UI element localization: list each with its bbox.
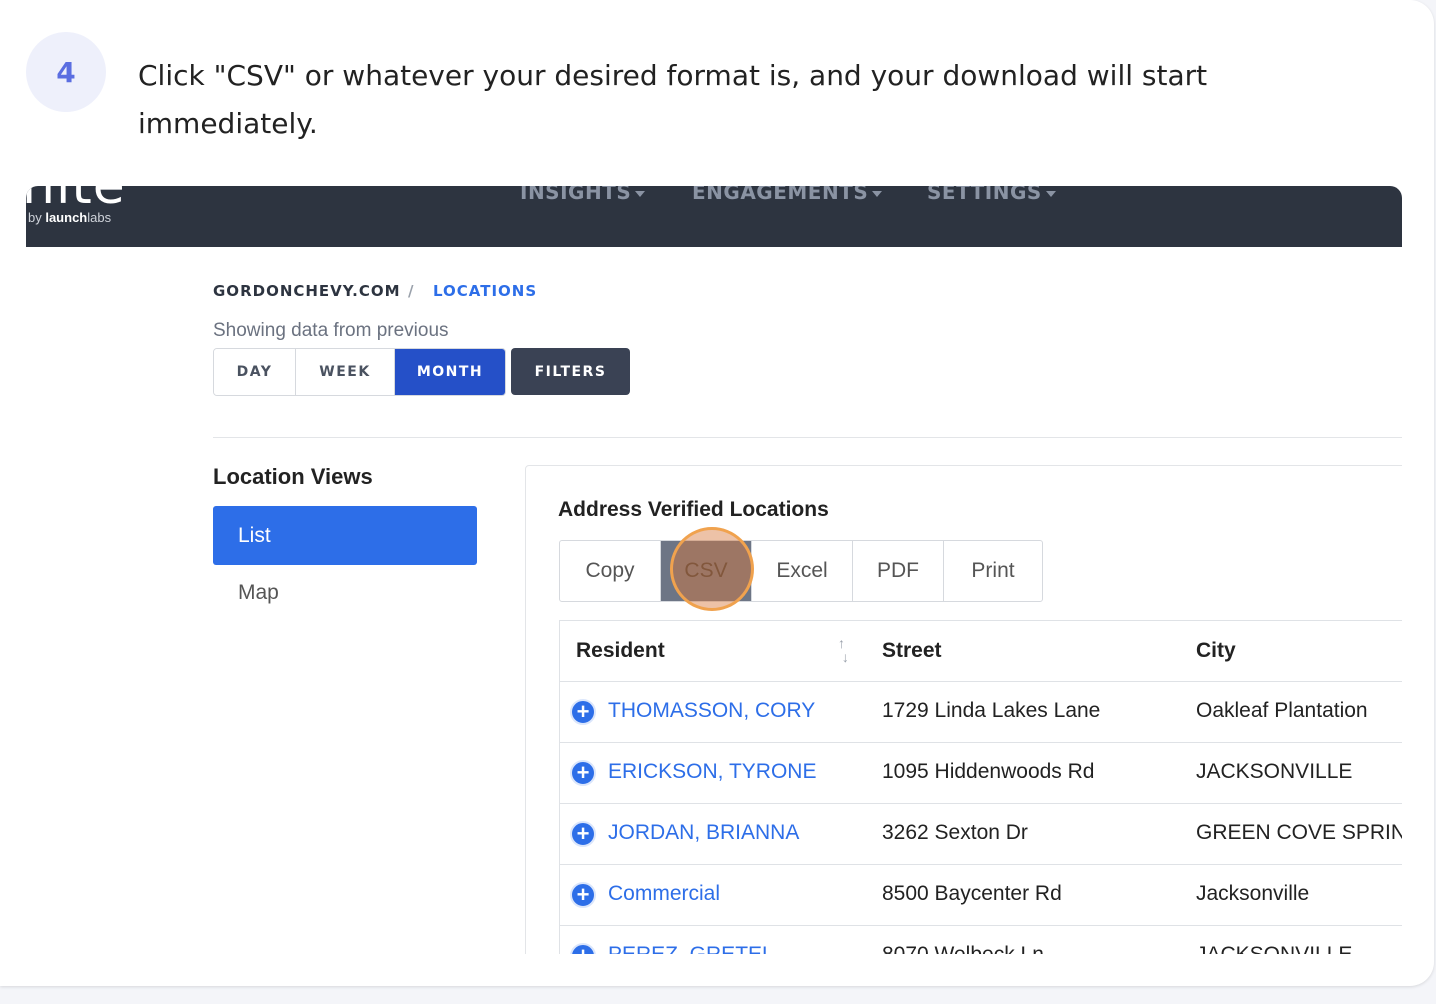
street-cell: 8070 Welbeck Ln (882, 943, 1044, 954)
city-cell: Jacksonville (1196, 882, 1310, 905)
street-cell: 3262 Sexton Dr (882, 821, 1028, 844)
table-row: + PEREZ, GRETEL 8070 Welbeck Ln JACKSONV… (560, 926, 1402, 954)
breadcrumb-separator: / (408, 282, 415, 300)
top-navbar: nite by launchlabs INSIGHTS ENGAGEMENTS … (26, 186, 1402, 247)
city-cell: JACKSONVILLE (1196, 760, 1353, 783)
caret-down-icon (872, 190, 883, 197)
resident-link[interactable]: THOMASSON, CORY (608, 699, 815, 723)
panel-title: Address Verified Locations (558, 498, 829, 521)
column-header-street[interactable]: Street (882, 639, 942, 663)
range-month-button[interactable]: MONTH (395, 349, 505, 395)
print-button[interactable]: Print (944, 541, 1042, 601)
range-week-button[interactable]: WEEK (296, 349, 395, 395)
locations-table: Resident ↑ ↓ Street City + THOMASSON, CO… (559, 620, 1402, 954)
street-cell: 1095 Hiddenwoods Rd (882, 760, 1095, 783)
caret-down-icon (1045, 190, 1056, 197)
city-cell: Oakleaf Plantation (1196, 699, 1368, 722)
column-header-city[interactable]: City (1196, 639, 1236, 663)
pdf-button[interactable]: PDF (853, 541, 944, 601)
step-card: 4 Click "CSV" or whatever your desired f… (0, 0, 1434, 986)
expand-row-icon[interactable]: + (570, 699, 596, 725)
view-map-item[interactable]: Map (238, 581, 279, 605)
expand-row-icon[interactable]: + (570, 760, 596, 786)
column-header-resident[interactable]: Resident (576, 639, 665, 663)
table-header-row: Resident ↑ ↓ Street City (560, 621, 1402, 682)
table-row: + THOMASSON, CORY 1729 Linda Lakes Lane … (560, 682, 1402, 743)
location-views-title: Location Views (213, 464, 373, 489)
table-row: + Commercial 8500 Baycenter Rd Jacksonvi… (560, 865, 1402, 926)
city-cell: GREEN COVE SPRIN (1196, 821, 1402, 844)
click-highlight-circle (670, 527, 754, 611)
step-instruction: Click "CSV" or whatever your desired for… (138, 59, 1208, 140)
city-cell: JACKSONVILLE (1196, 943, 1352, 954)
resident-link[interactable]: ERICKSON, TYRONE (608, 760, 816, 784)
street-cell: 1729 Linda Lakes Lane (882, 699, 1101, 722)
breadcrumb-site[interactable]: GORDONCHEVY.COM (213, 282, 401, 300)
nav-engagements[interactable]: ENGAGEMENTS (692, 186, 883, 204)
nav-settings[interactable]: SETTINGS (927, 186, 1056, 204)
step-number-badge: 4 (26, 32, 106, 112)
range-segmented-control: DAY WEEK MONTH (213, 348, 506, 396)
copy-button[interactable]: Copy (560, 541, 661, 601)
street-cell: 8500 Baycenter Rd (882, 882, 1062, 905)
expand-row-icon[interactable]: + (570, 943, 596, 954)
table-row: + ERICKSON, TYRONE 1095 Hiddenwoods Rd J… (560, 743, 1402, 804)
view-list-item[interactable]: List (213, 506, 477, 565)
export-button-group: Copy CSV Excel PDF Print (559, 540, 1043, 602)
range-day-button[interactable]: DAY (214, 349, 296, 395)
expand-row-icon[interactable]: + (570, 821, 596, 847)
logo-byline: by launchlabs (28, 210, 112, 225)
app-screenshot: nite by launchlabs INSIGHTS ENGAGEMENTS … (26, 186, 1402, 954)
nav-insights[interactable]: INSIGHTS (520, 186, 646, 204)
range-label: Showing data from previous (213, 320, 449, 341)
resident-link[interactable]: Commercial (608, 882, 720, 906)
sort-icon[interactable]: ↑ ↓ (838, 636, 849, 664)
breadcrumb-current: LOCATIONS (433, 282, 538, 300)
filters-button[interactable]: FILTERS (511, 348, 630, 395)
expand-row-icon[interactable]: + (570, 882, 596, 908)
excel-button[interactable]: Excel (752, 541, 853, 601)
resident-link[interactable]: JORDAN, BRIANNA (608, 821, 799, 845)
table-row: + JORDAN, BRIANNA 3262 Sexton Dr GREEN C… (560, 804, 1402, 865)
caret-down-icon (635, 190, 646, 197)
resident-link[interactable]: PEREZ, GRETEL (608, 943, 774, 954)
divider (213, 437, 1402, 438)
